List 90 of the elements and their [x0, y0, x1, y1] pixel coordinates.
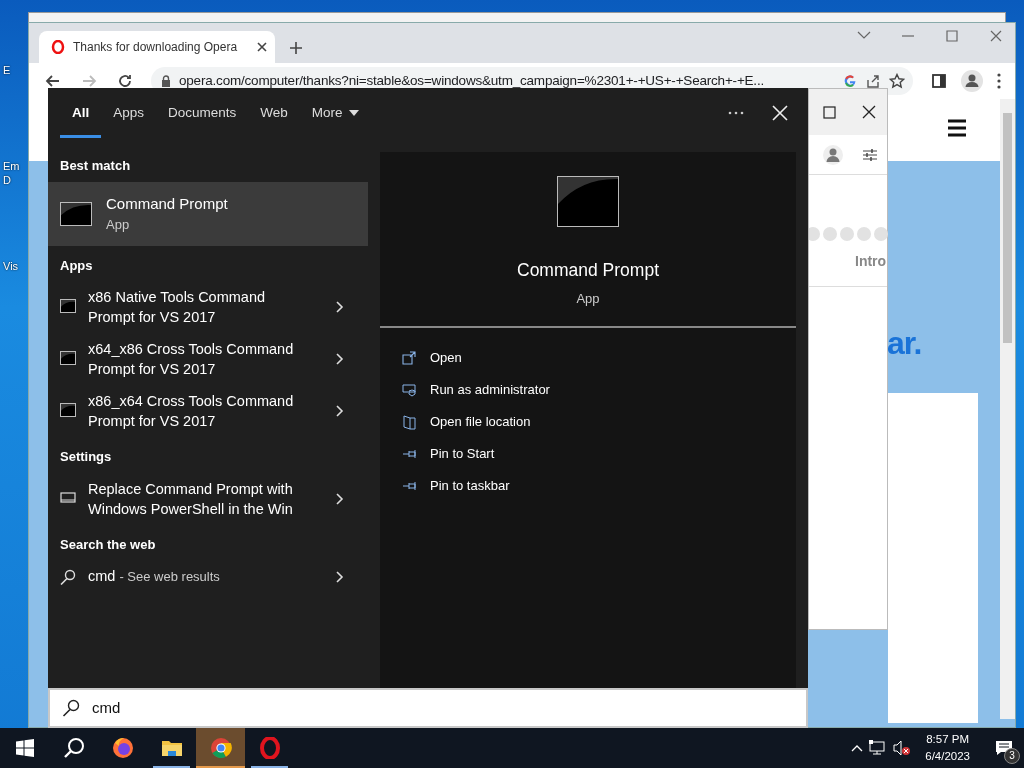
side-panel-button[interactable]	[931, 73, 947, 89]
result-item[interactable]: Command Prompt App	[48, 181, 368, 246]
caret-icon	[348, 110, 359, 116]
notification-count: 3	[1004, 748, 1020, 764]
sliders-icon[interactable]	[863, 148, 877, 161]
close-icon	[257, 42, 267, 52]
plus-icon	[289, 41, 303, 55]
ellipsis-icon	[728, 111, 744, 115]
desktop-icon-label[interactable]: Em	[3, 158, 20, 175]
result-item[interactable]: cmd - See web results	[48, 560, 368, 593]
search-icon	[62, 699, 80, 717]
chevron-right-icon	[336, 492, 344, 505]
chevron-right-icon	[336, 301, 344, 313]
context-action[interactable]: Open	[380, 342, 484, 374]
result-title: Command Prompt	[106, 193, 228, 214]
section-heading: Settings	[59, 448, 113, 466]
close-button[interactable]	[862, 105, 876, 119]
terminal-icon	[60, 299, 76, 315]
heading-text: ar.	[887, 324, 922, 363]
search-icon	[60, 568, 76, 585]
new-tab-button[interactable]	[289, 41, 303, 55]
search-field[interactable]: cmd	[90, 695, 690, 721]
section-heading: Search the web	[59, 535, 157, 554]
scrollbar-thumb[interactable]	[1003, 113, 1012, 343]
chrome-logo-icon	[209, 737, 232, 759]
context-action[interactable]: Run as administrator	[380, 374, 572, 406]
chevron-right-icon	[336, 405, 344, 417]
chevron-up-icon[interactable]	[851, 744, 864, 752]
section-heading: Apps	[59, 256, 94, 275]
person-icon	[961, 70, 983, 92]
close-window-button[interactable]	[989, 29, 1003, 43]
maximize-icon	[823, 105, 836, 119]
chevron-right-icon	[336, 570, 344, 583]
menu-button[interactable]	[997, 73, 1001, 89]
windows-logo-icon	[15, 739, 34, 757]
terminal-icon	[60, 201, 92, 226]
maximize-button[interactable]	[823, 105, 836, 119]
opera-logo-icon	[51, 40, 65, 54]
tab-title: Thanks for downloading Opera	[73, 39, 239, 56]
desktop-icon-label[interactable]: Vis	[3, 258, 19, 275]
share-icon[interactable]	[865, 73, 881, 89]
url-text: opera.com/computer/thanks?ni=stable&os=windows&utm_campaign=%2301+-+US+-+Search+-+E...	[179, 71, 766, 90]
app-type: App	[576, 290, 600, 309]
date-text: 6/4/2023	[925, 749, 970, 764]
time-text: 8:57 PM	[926, 732, 970, 747]
close-icon	[862, 105, 876, 119]
google-icon[interactable]	[843, 74, 857, 88]
terminal-icon	[60, 351, 76, 367]
result-item[interactable]: x86 Native Tools Command Prompt for VS 2017	[48, 281, 368, 333]
terminal-icon	[60, 403, 76, 419]
kebab-menu-icon	[997, 73, 1001, 89]
opera-logo-icon	[258, 737, 281, 759]
context-action[interactable]: Pin to Start	[380, 438, 517, 470]
clock[interactable]: 8:57 PM 6/4/2023	[917, 731, 978, 765]
lock-icon	[161, 75, 171, 87]
context-action[interactable]: Pin to taskbar	[380, 470, 532, 502]
result-item[interactable]: x86_x64 Cross Tools Command Prompt for VS 2017	[48, 385, 368, 437]
section-heading: Best match	[59, 157, 132, 175]
menu-icon	[947, 119, 967, 137]
app-title: Command Prompt	[517, 259, 659, 282]
close-tab-button[interactable]	[257, 42, 267, 52]
star-icon[interactable]	[889, 73, 905, 89]
chevron-right-icon	[336, 353, 344, 365]
forward-icon	[81, 73, 97, 89]
reload-icon	[117, 73, 133, 89]
result-type: App	[106, 216, 131, 234]
result-item[interactable]: x64_x86 Cross Tools Command Prompt for VS 2017	[48, 333, 368, 385]
step-label: Intro	[855, 252, 887, 271]
result-item[interactable]: Replace Command Prompt with Windows PowerShell in the Win	[48, 472, 368, 525]
filter-tab[interactable]: All	[60, 88, 102, 138]
back-icon	[45, 73, 61, 89]
firefox-logo-icon	[111, 737, 134, 759]
desktop-icon-label[interactable]: E	[3, 62, 11, 79]
volume-muted-icon[interactable]	[893, 740, 912, 756]
person-icon[interactable]	[823, 144, 843, 165]
more-options-button[interactable]	[728, 111, 744, 115]
network-icon[interactable]	[869, 740, 888, 756]
close-icon	[772, 105, 788, 121]
side-panel-icon	[931, 73, 947, 89]
search-icon	[62, 737, 85, 759]
context-action[interactable]: Open file location	[380, 406, 553, 438]
maximize-icon	[945, 29, 959, 43]
menu-button[interactable]	[947, 119, 967, 137]
browser-tab[interactable]: Thanks for downloading Opera	[39, 31, 275, 63]
profile-button[interactable]	[961, 70, 983, 92]
search-box[interactable]: cmd	[48, 688, 808, 728]
desktop-icon-label[interactable]: D	[3, 172, 11, 189]
terminal-icon	[557, 176, 619, 227]
notifications-button[interactable]: 3	[984, 728, 1024, 768]
close-icon	[989, 29, 1003, 43]
